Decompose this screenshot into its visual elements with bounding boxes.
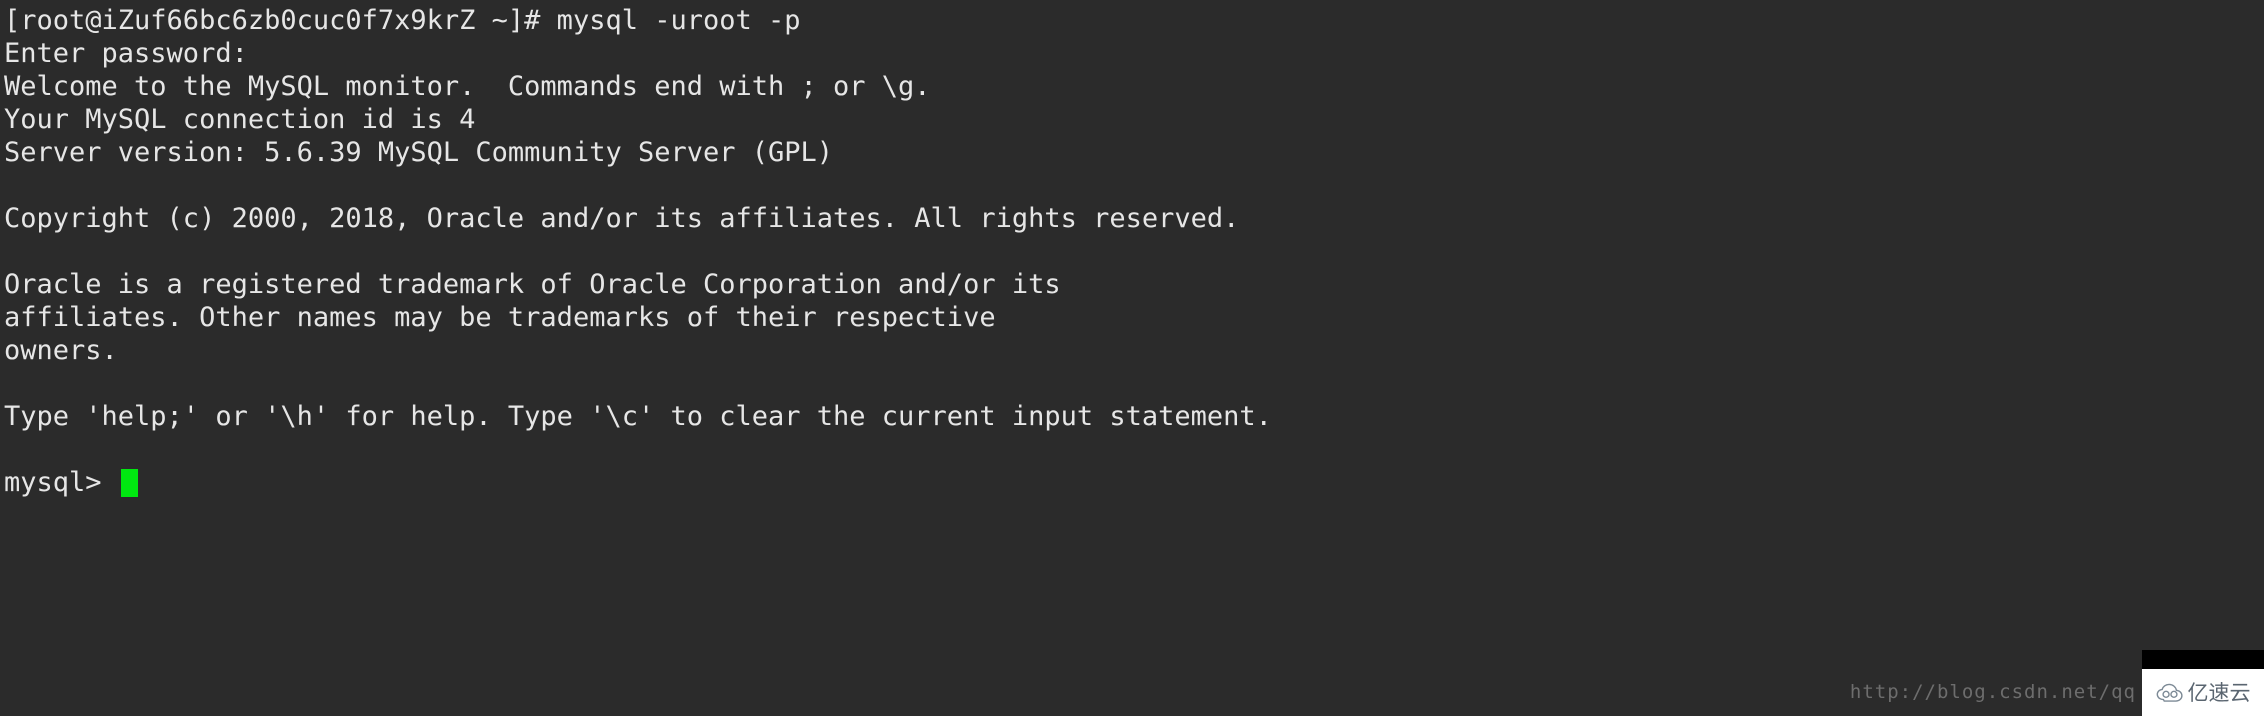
text-cursor — [120, 468, 138, 497]
watermark-url: http://blog.csdn.net/qq — [1849, 681, 2136, 703]
terminal-line-trademark-3: owners. — [4, 335, 118, 366]
terminal-line-server-version: Server version: 5.6.39 MySQL Community S… — [4, 137, 834, 168]
terminal-window[interactable]: [root@iZuf66bc6zb0cuc0f7x9krZ ~]# mysql … — [0, 0, 2264, 716]
mysql-prompt-label: mysql> — [4, 467, 118, 498]
terminal-line-blank-2 — [4, 235, 2264, 268]
brand-badge-backdrop — [2142, 650, 2264, 669]
cloud-icon — [2156, 683, 2183, 702]
terminal-output: [root@iZuf66bc6zb0cuc0f7x9krZ ~]# mysql … — [0, 0, 2264, 499]
brand-badge: 亿速云 — [2142, 669, 2264, 716]
terminal-line-command: [root@iZuf66bc6zb0cuc0f7x9krZ ~]# mysql … — [4, 5, 801, 36]
terminal-line-blank-3 — [4, 367, 2264, 400]
brand-name: 亿速云 — [2187, 680, 2251, 705]
mysql-prompt-line[interactable]: mysql> — [4, 466, 2264, 499]
terminal-line-blank-1 — [4, 169, 2264, 202]
terminal-line-help-hint: Type 'help;' or '\h' for help. Type '\c'… — [4, 401, 1272, 432]
terminal-line-trademark-1: Oracle is a registered trademark of Orac… — [4, 269, 1061, 300]
terminal-line-copyright: Copyright (c) 2000, 2018, Oracle and/or … — [4, 203, 1240, 234]
terminal-line-welcome: Welcome to the MySQL monitor. Commands e… — [4, 71, 931, 102]
terminal-line-trademark-2: affiliates. Other names may be trademark… — [4, 302, 996, 333]
terminal-line-connection-id: Your MySQL connection id is 4 — [4, 104, 476, 135]
terminal-line-blank-4 — [4, 433, 2264, 466]
terminal-line-password-prompt: Enter password: — [4, 38, 248, 69]
